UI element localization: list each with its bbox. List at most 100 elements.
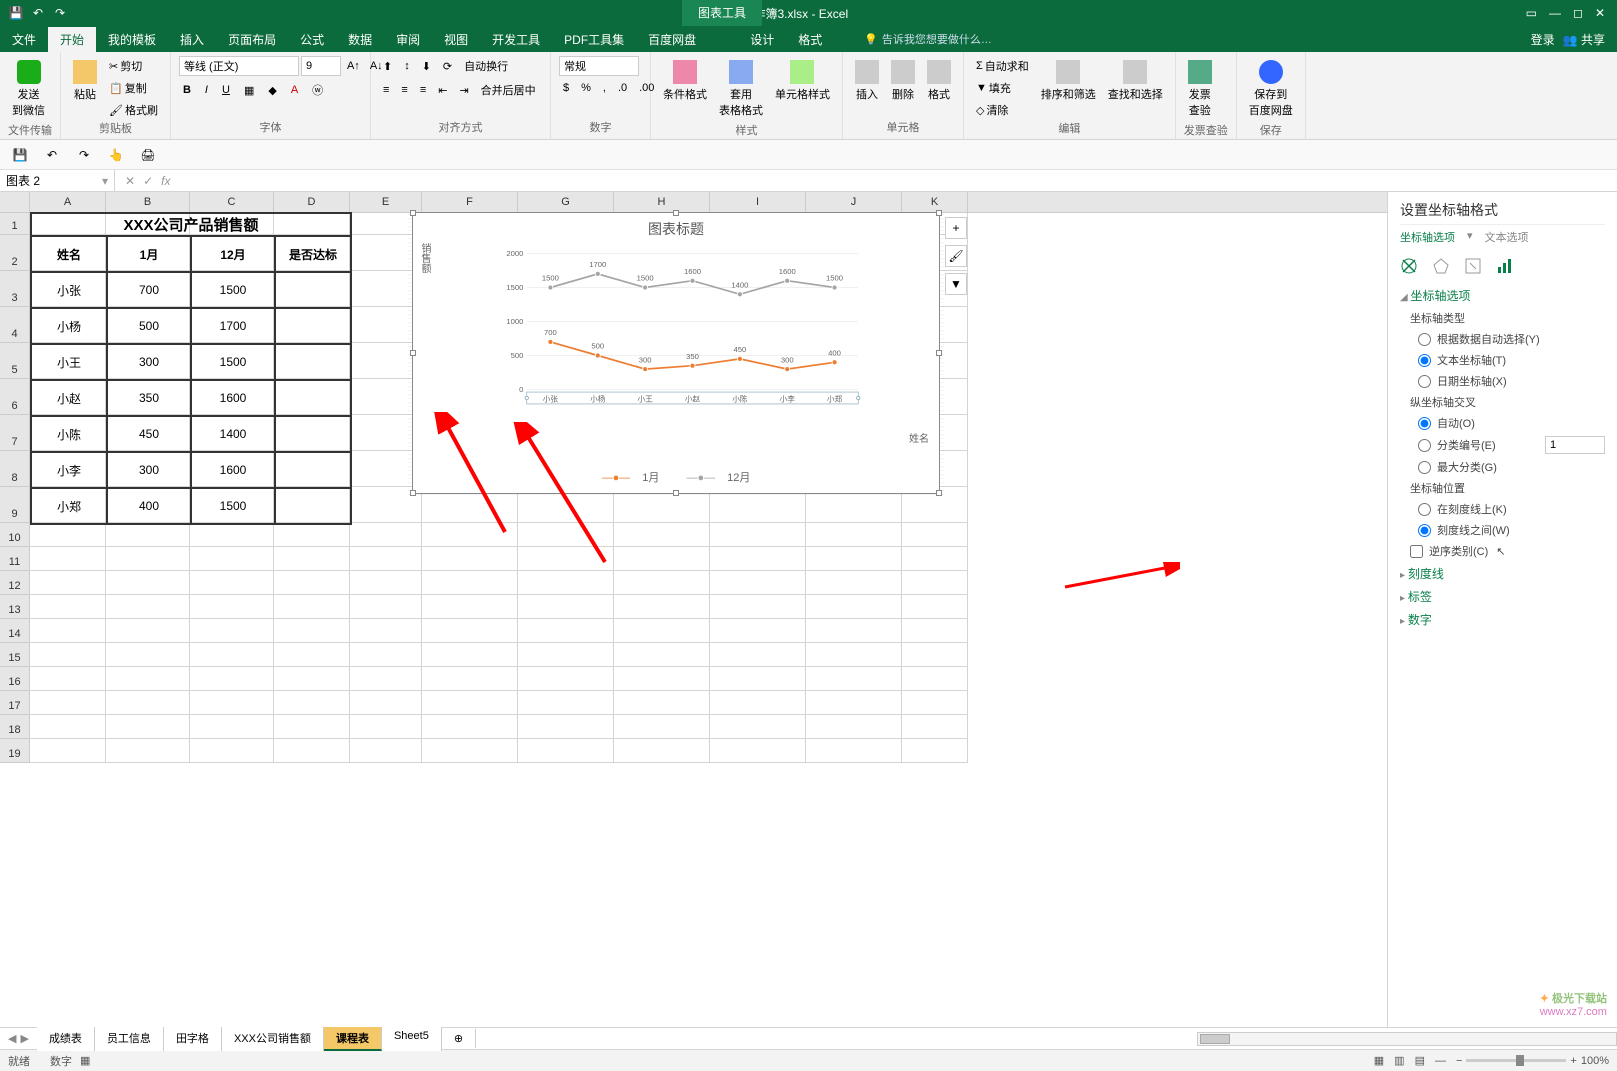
column-header[interactable]: G (518, 192, 614, 212)
column-header[interactable]: F (422, 192, 518, 212)
row-header[interactable]: 2 (0, 235, 30, 271)
radio-between-tick[interactable]: 刻度线之间(W) (1418, 522, 1605, 538)
cell[interactable] (190, 523, 274, 547)
row-header[interactable]: 15 (0, 643, 30, 667)
cell[interactable] (106, 715, 190, 739)
save-icon[interactable]: 💾 (8, 5, 24, 21)
autosum-button[interactable]: Σ自动求和 (972, 56, 1033, 76)
cell[interactable] (106, 739, 190, 763)
cell[interactable] (190, 667, 274, 691)
column-header[interactable]: H (614, 192, 710, 212)
row-header[interactable]: 5 (0, 343, 30, 379)
zoom-level[interactable]: 100% (1581, 1055, 1609, 1067)
conditional-format-button[interactable]: 条件格式 (659, 56, 711, 106)
cell[interactable] (350, 739, 422, 763)
cell[interactable] (106, 595, 190, 619)
cell[interactable] (106, 667, 190, 691)
align-bottom-icon[interactable]: ⬇ (418, 56, 435, 76)
cell[interactable] (30, 571, 106, 595)
cell[interactable] (350, 595, 422, 619)
tab-view[interactable]: 视图 (432, 27, 480, 52)
cell[interactable] (274, 691, 350, 715)
merge-button[interactable]: 合并后居中 (477, 80, 540, 100)
row-header[interactable]: 11 (0, 547, 30, 571)
cancel-fx-icon[interactable]: ✕ (125, 174, 135, 188)
font-color-button[interactable]: A (287, 80, 302, 100)
cell[interactable] (422, 619, 518, 643)
cell[interactable] (710, 523, 806, 547)
paste-button[interactable]: 粘贴 (69, 56, 101, 106)
radio-auto[interactable]: 自动(O) (1418, 415, 1605, 431)
cell[interactable] (422, 715, 518, 739)
chart-elements-icon[interactable]: + (945, 217, 967, 239)
cell[interactable] (350, 523, 422, 547)
align-left-icon[interactable]: ≡ (379, 80, 393, 100)
cell[interactable] (106, 643, 190, 667)
chart-styles-icon[interactable]: 🖌 (945, 245, 967, 267)
sheet-tab[interactable]: 田字格 (164, 1027, 222, 1051)
wrap-text-button[interactable]: 自动换行 (460, 56, 512, 76)
cell-style-button[interactable]: 单元格样式 (771, 56, 834, 106)
cell[interactable] (614, 715, 710, 739)
cell[interactable] (614, 739, 710, 763)
table-format-button[interactable]: 套用 表格格式 (715, 56, 767, 122)
tab-format[interactable]: 格式 (786, 27, 834, 52)
cell[interactable] (350, 667, 422, 691)
cell[interactable] (518, 715, 614, 739)
cell[interactable] (190, 715, 274, 739)
cell[interactable] (190, 691, 274, 715)
row-header[interactable]: 10 (0, 523, 30, 547)
fill-button[interactable]: ▼填充 (972, 78, 1033, 98)
cell[interactable] (274, 595, 350, 619)
effects-icon[interactable] (1432, 257, 1450, 275)
cell[interactable] (30, 643, 106, 667)
chart-filter-icon[interactable]: ▼ (945, 273, 967, 295)
cell[interactable] (902, 715, 968, 739)
column-header[interactable]: E (350, 192, 422, 212)
touch-mode-icon[interactable]: 👆 (104, 143, 128, 167)
row-header[interactable]: 8 (0, 451, 30, 487)
underline-button[interactable]: U (218, 80, 234, 100)
cell[interactable] (30, 523, 106, 547)
cell[interactable] (30, 547, 106, 571)
cell[interactable] (902, 571, 968, 595)
cell[interactable] (106, 547, 190, 571)
cell[interactable] (350, 619, 422, 643)
cell[interactable] (422, 643, 518, 667)
cell[interactable] (902, 739, 968, 763)
cell[interactable] (422, 691, 518, 715)
increase-decimal-icon[interactable]: .0 (614, 80, 631, 96)
cell[interactable] (518, 547, 614, 571)
sheet-nav-next-icon[interactable]: ▶ (20, 1032, 28, 1045)
row-header[interactable]: 13 (0, 595, 30, 619)
cell[interactable] (614, 667, 710, 691)
pane-tab-axis-options[interactable]: 坐标轴选项 (1400, 229, 1455, 245)
radio-text-axis[interactable]: 文本坐标轴(T) (1418, 352, 1605, 368)
zoom-in-icon[interactable]: + (1570, 1055, 1576, 1067)
row-header[interactable]: 16 (0, 667, 30, 691)
tab-templates[interactable]: 我的模板 (96, 27, 168, 52)
login-link[interactable]: 登录 (1531, 31, 1555, 48)
select-all-corner[interactable] (0, 192, 30, 212)
share-button[interactable]: 👥 共享 (1563, 31, 1605, 48)
cell[interactable] (710, 595, 806, 619)
border-button[interactable]: ▦ (240, 80, 258, 100)
cell[interactable] (806, 643, 902, 667)
section-axis-options[interactable]: 坐标轴选项 (1400, 287, 1605, 304)
cell[interactable] (190, 619, 274, 643)
cell[interactable] (614, 595, 710, 619)
cell[interactable] (518, 571, 614, 595)
font-size-select[interactable] (301, 56, 341, 76)
tab-file[interactable]: 文件 (0, 27, 48, 52)
view-break-icon[interactable]: ▤ (1415, 1054, 1425, 1067)
section-labels[interactable]: 标签 (1400, 588, 1605, 605)
cell[interactable] (806, 571, 902, 595)
column-header[interactable]: C (190, 192, 274, 212)
cell[interactable] (190, 739, 274, 763)
row-header[interactable]: 3 (0, 271, 30, 307)
cell[interactable] (350, 643, 422, 667)
align-right-icon[interactable]: ≡ (416, 80, 430, 100)
cell[interactable] (274, 523, 350, 547)
row-header[interactable]: 1 (0, 213, 30, 235)
size-icon[interactable] (1464, 257, 1482, 275)
